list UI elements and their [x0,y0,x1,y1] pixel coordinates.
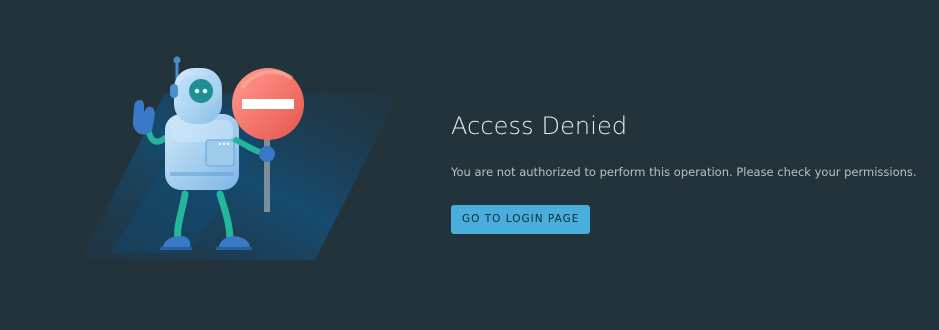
waving-hand [132,100,155,135]
holding-hand [259,146,275,162]
right-foot-sole [216,247,252,250]
antenna-tip [173,56,181,64]
robot-stop-sign-illustration [70,48,410,268]
body-stripe [170,172,234,176]
stop-sign-bar [242,99,294,109]
sign-pole [264,132,270,212]
left-eye [194,88,200,94]
robot-illustration-svg [80,56,400,260]
left-foot-sole [160,247,192,250]
error-message: You are not authorized to perform this o… [451,165,917,179]
ear-bolt [170,84,178,98]
page-title: Access Denied [451,112,628,140]
robot-face [189,79,213,103]
go-to-login-button[interactable]: GO TO LOGIN PAGE [451,205,591,234]
access-denied-page: Access Denied You are not authorized to … [0,0,939,330]
error-content: Access Denied You are not authorized to … [451,108,921,234]
right-eye [202,88,208,94]
